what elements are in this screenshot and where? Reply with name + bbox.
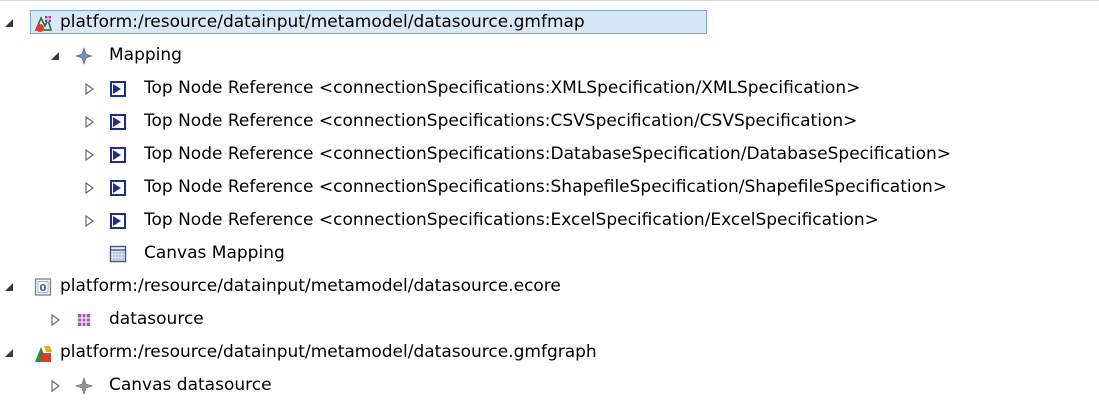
resource-tree: platform:/resource/datainput/metamodel/d…: [0, 6, 1099, 402]
mapping-node-icon: [75, 47, 93, 65]
tree-row-label: Mapping: [109, 45, 182, 65]
top-node-reference-icon: [109, 179, 127, 197]
gmfmap-icon: [33, 14, 53, 32]
tree-row-canvas-mapping[interactable]: Canvas Mapping: [0, 237, 1099, 270]
top-node-reference-icon: [109, 113, 127, 131]
expanded-triangle-icon[interactable]: [2, 336, 16, 369]
tree-row-gmfmap[interactable]: platform:/resource/datainput/metamodel/d…: [0, 6, 1099, 39]
tree-row-label: platform:/resource/datainput/metamodel/d…: [60, 342, 597, 362]
tree-row-gmfgraph[interactable]: platform:/resource/datainput/metamodel/d…: [0, 336, 1099, 369]
svg-text:0: 0: [40, 283, 47, 294]
collapsed-triangle-icon[interactable]: [82, 204, 96, 237]
canvas-mapping-icon: [109, 245, 127, 263]
epackage-icon: [75, 311, 93, 329]
expanded-triangle-icon[interactable]: [2, 270, 16, 303]
collapsed-triangle-icon[interactable]: [48, 303, 62, 336]
collapsed-triangle-icon[interactable]: [82, 138, 96, 171]
tree-row-label: Top Node Reference <connectionSpecificat…: [144, 210, 879, 230]
top-node-reference-icon: [109, 146, 127, 164]
collapsed-triangle-icon[interactable]: [82, 171, 96, 204]
expanded-triangle-icon[interactable]: [2, 6, 16, 39]
tree-row-label: platform:/resource/datainput/metamodel/d…: [60, 12, 585, 32]
collapsed-triangle-icon[interactable]: [82, 72, 96, 105]
canvas-node-icon: [75, 377, 93, 395]
tree-row-label: platform:/resource/datainput/metamodel/d…: [60, 276, 561, 296]
tree-row-label: Top Node Reference <connectionSpecificat…: [144, 144, 952, 164]
tree-row-label: Top Node Reference <connectionSpecificat…: [144, 111, 858, 131]
tree-row-top-node-reference[interactable]: Top Node Reference <connectionSpecificat…: [0, 204, 1099, 237]
tree-row-datasource-package[interactable]: datasource: [0, 303, 1099, 336]
tree-row-label: Top Node Reference <connectionSpecificat…: [144, 78, 861, 98]
collapsed-triangle-icon[interactable]: [82, 105, 96, 138]
tree-row-label: Top Node Reference <connectionSpecificat…: [144, 177, 948, 197]
tree-row-canvas-datasource[interactable]: Canvas datasource: [0, 369, 1099, 402]
tree-row-top-node-reference[interactable]: Top Node Reference <connectionSpecificat…: [0, 171, 1099, 204]
tree-row-label: datasource: [109, 309, 204, 329]
collapsed-triangle-icon[interactable]: [48, 369, 62, 402]
top-node-reference-icon: [109, 80, 127, 98]
tree-row-mapping[interactable]: Mapping: [0, 39, 1099, 72]
tree-row-label: Canvas datasource: [109, 375, 272, 395]
tree-row-top-node-reference[interactable]: Top Node Reference <connectionSpecificat…: [0, 72, 1099, 105]
expanded-triangle-icon[interactable]: [48, 39, 62, 72]
gmfgraph-icon: [33, 344, 52, 362]
tree-row-top-node-reference[interactable]: Top Node Reference <connectionSpecificat…: [0, 138, 1099, 171]
tree-row-label: Canvas Mapping: [144, 243, 285, 263]
tree-row-ecore[interactable]: 0 platform:/resource/datainput/metamodel…: [0, 270, 1099, 303]
tree-row-top-node-reference[interactable]: Top Node Reference <connectionSpecificat…: [0, 105, 1099, 138]
top-node-reference-icon: [109, 212, 127, 230]
ecore-icon: 0: [34, 278, 52, 296]
top-border: [0, 0, 1099, 1]
